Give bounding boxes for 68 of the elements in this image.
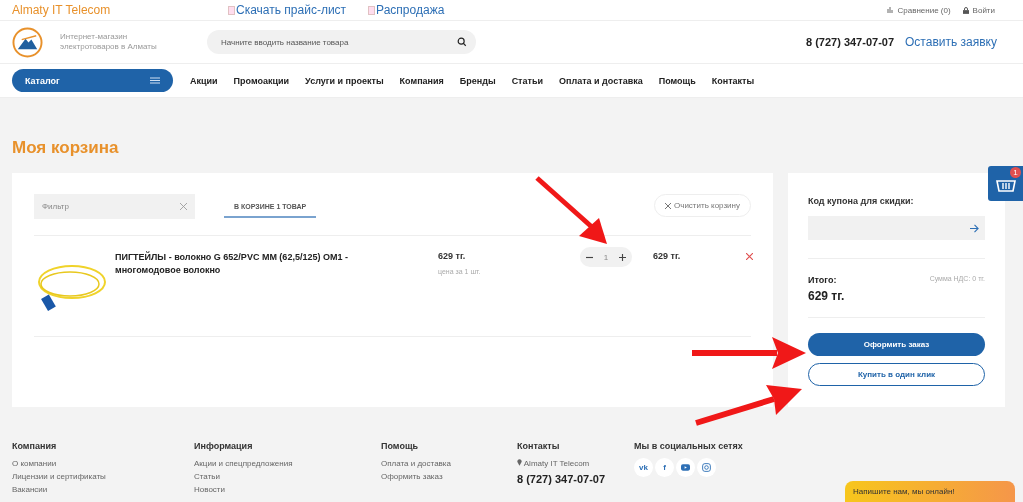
footer-link[interactable]: Вакансии	[12, 483, 194, 496]
filter-field[interactable]: Фильтр	[34, 194, 195, 219]
quantity-stepper[interactable]: 1	[580, 247, 632, 267]
nav-link[interactable]: Контакты	[711, 75, 755, 86]
footer-link[interactable]: Оплата и доставка	[381, 457, 517, 470]
footer-link[interactable]: Лицензии и сертификаты	[12, 470, 194, 483]
document-icon	[228, 5, 235, 15]
footer-phone: 8 (727) 347-07-07	[517, 473, 607, 485]
compare-link[interactable]: Сравнение (0)	[897, 5, 951, 15]
document-icon	[368, 5, 376, 15]
item-total: 629 тг.	[653, 251, 681, 261]
phone-number: 8 (727) 347-07-07	[805, 36, 895, 48]
nav-link[interactable]: Бренды	[459, 75, 496, 86]
footer-link[interactable]: О компании	[12, 457, 194, 470]
company-address: Almaty IT Telecom	[517, 457, 634, 470]
one-click-buy-button[interactable]: Купить в один клик	[808, 363, 985, 386]
footer-link[interactable]: Новости	[194, 483, 381, 496]
total-amount: 629 тг.	[808, 289, 845, 303]
cart-count-badge: 1	[1010, 167, 1021, 178]
footer-heading: Контакты	[517, 441, 561, 451]
lock-icon	[962, 6, 969, 14]
plus-icon[interactable]	[619, 253, 627, 261]
search-field[interactable]: Начните вводить название товара	[207, 30, 476, 54]
nav-link[interactable]: Оплата и доставка	[559, 75, 643, 86]
coupon-label: Код купона для скидки:	[808, 196, 915, 206]
facebook-button[interactable]: f	[655, 458, 674, 477]
arrow-right-icon[interactable]	[970, 224, 979, 233]
mountain-logo[interactable]	[12, 26, 43, 58]
clear-cart-button[interactable]: Очистить корзину	[654, 194, 751, 217]
quantity-value[interactable]: 1	[603, 252, 609, 262]
login-link[interactable]: Войти	[972, 5, 995, 15]
nav-link[interactable]: Услуги и проекты	[305, 75, 384, 86]
floating-cart-button[interactable]: 1	[988, 166, 1023, 201]
nav-link[interactable]: Статьи	[511, 75, 543, 86]
catalog-button[interactable]: Каталог	[12, 69, 173, 92]
unit-price: 629 тг.	[438, 251, 467, 261]
search-icon[interactable]	[457, 37, 467, 47]
camera-icon	[702, 463, 711, 472]
nav-link[interactable]: Компания	[399, 75, 444, 86]
total-label: Итого:	[808, 275, 838, 285]
play-icon	[681, 463, 690, 472]
bar-chart-icon	[887, 7, 894, 13]
footer-heading: Компания	[12, 441, 58, 451]
coupon-field[interactable]	[808, 216, 985, 240]
footer-link[interactable]: Акции и спецпредложения	[194, 457, 381, 470]
nav-link[interactable]: Помощь	[658, 75, 696, 86]
remove-icon[interactable]	[746, 253, 753, 260]
checkout-button[interactable]: Оформить заказ	[808, 333, 985, 356]
close-icon	[665, 202, 671, 209]
menu-icon	[150, 77, 160, 84]
youtube-button[interactable]	[676, 458, 695, 477]
chat-widget[interactable]: Напишите нам, мы онлайн!	[845, 481, 1015, 502]
request-link[interactable]: Оставить заявку	[905, 35, 997, 49]
footer-link[interactable]: Статьи	[194, 470, 381, 483]
footer-heading: Мы в социальных сетях	[634, 441, 743, 451]
location-pin-icon	[517, 459, 522, 466]
product-name[interactable]: ПИГТЕЙЛЫ - волокно G 652/PVC MM (62,5/125) OM1 - многомодовое волокно	[115, 251, 385, 277]
tagline: Интернет-магазин электротоваров в Алматы	[60, 32, 158, 52]
footer-heading: Помощь	[381, 441, 419, 451]
top-link[interactable]: Скачать прайс-лист	[228, 3, 347, 17]
nav-link[interactable]: Акции	[190, 75, 218, 86]
nav-link[interactable]: Промоакции	[233, 75, 290, 86]
footer-heading: Информация	[194, 441, 254, 451]
page-title: Моя корзина	[12, 138, 120, 159]
instagram-button[interactable]	[697, 458, 716, 477]
vk-button[interactable]: vk	[634, 458, 653, 477]
top-link[interactable]: Распродажа	[368, 3, 445, 17]
footer-link[interactable]: Оформить заказ	[381, 470, 517, 483]
